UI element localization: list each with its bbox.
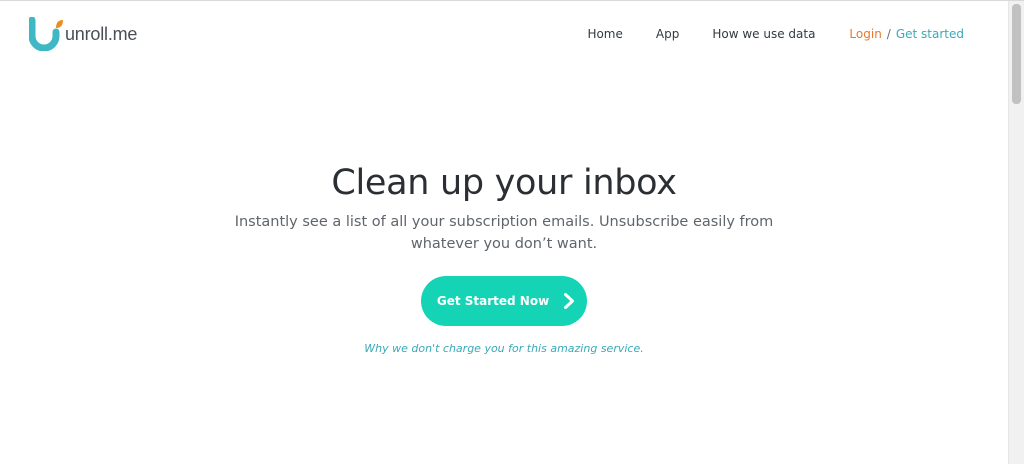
nav-app[interactable]: App xyxy=(656,27,679,41)
hero-subtitle: Instantly see a list of all your subscri… xyxy=(234,214,774,252)
get-started-now-label: Get Started Now xyxy=(436,294,550,308)
logo-link[interactable]: unroll.me xyxy=(29,17,137,51)
unroll-u-logo-icon xyxy=(29,17,63,51)
nav-how-we-use-data[interactable]: How we use data xyxy=(712,27,815,41)
main-nav: Home App How we use data Login / Get sta… xyxy=(587,27,964,41)
scrollbar-thumb[interactable] xyxy=(1012,4,1021,104)
logo-text: unroll.me xyxy=(65,24,138,44)
nav-home[interactable]: Home xyxy=(587,27,622,41)
page-frame: unroll.me Home App How we use data Login… xyxy=(0,0,1024,464)
hero-title: Clean up your inbox xyxy=(331,163,677,203)
chevron-right-icon xyxy=(564,293,575,309)
nav-get-started[interactable]: Get started xyxy=(896,27,964,41)
nav-login[interactable]: Login xyxy=(849,27,881,41)
nav-separator: / xyxy=(886,27,891,41)
get-started-now-button[interactable]: Get Started Now xyxy=(421,276,587,326)
why-free-link[interactable]: Why we don't charge you for this amazing… xyxy=(0,342,1008,355)
vertical-scrollbar[interactable] xyxy=(1008,1,1024,464)
hero-section: Clean up your inbox Instantly see a list… xyxy=(0,159,1008,355)
site-header: unroll.me Home App How we use data Login… xyxy=(0,1,1008,71)
